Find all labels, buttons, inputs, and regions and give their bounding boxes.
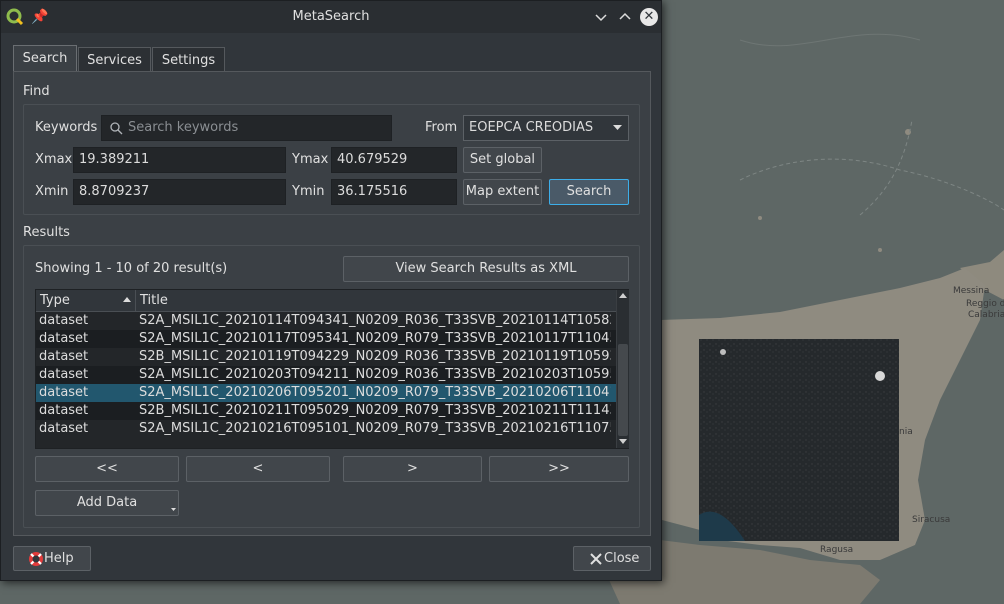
map-label-nia: nia [899,427,913,437]
help-label: Help [44,551,74,566]
row-title-cell: S2A_MSIL1C_20210117T095341_N0209_R079_T3… [139,331,611,346]
scroll-up-icon[interactable] [619,293,627,299]
metasearch-dialog: 📌 MetaSearch ✕ Search Services Settings … [0,0,662,581]
map-label-reggio: Reggio di [966,299,1004,309]
from-service-value: EOEPCA CREODIAS [469,120,594,135]
map-label-calabria: Calabria [968,310,1004,320]
keywords-placeholder: Search keywords [128,120,239,135]
help-button[interactable]: Help [13,546,91,571]
map-label-siracusa: Siracusa [912,515,950,525]
table-header: Type Title [36,290,616,312]
table-row[interactable]: dataset S2A_MSIL1C_20210117T095341_N0209_… [36,330,616,348]
lifebuoy-help-icon [29,552,43,566]
table-row[interactable]: dataset S2A_MSIL1C_20210206T095201_N0209_… [36,384,616,402]
column-header-type[interactable]: Type [36,290,136,311]
results-section-label: Results [23,225,70,240]
keywords-search-input[interactable]: Search keywords [101,115,392,141]
search-icon [110,122,123,135]
find-section-label: Find [23,84,50,99]
table-row[interactable]: dataset S2B_MSIL1C_20210211T095029_N0209_… [36,402,616,420]
row-title-cell: S2A_MSIL1C_20210203T094211_N0209_R036_T3… [139,367,611,382]
keywords-label: Keywords [35,120,98,135]
tab-search[interactable]: Search [13,45,77,73]
menu-indicator-icon [171,508,176,511]
ymax-input[interactable]: 40.679529 [331,147,457,173]
search-button[interactable]: Search [549,179,629,205]
scroll-down-icon[interactable] [619,439,627,445]
view-xml-button[interactable]: View Search Results as XML [343,256,629,282]
close-window-icon[interactable]: ✕ [640,8,658,26]
chevron-down-icon [613,125,622,130]
minimize-icon[interactable] [592,8,610,26]
previous-page-button[interactable]: < [186,456,330,482]
table-row[interactable]: dataset S2B_MSIL1C_20210119T094229_N0209_… [36,348,616,366]
table-row[interactable]: dataset S2A_MSIL1C_20210203T094211_N0209_… [36,366,616,384]
map-label-messina: Messina [953,286,989,296]
from-label: From [425,120,458,135]
row-title-cell: S2B_MSIL1C_20210119T094229_N0209_R036_T3… [139,349,611,364]
results-summary: Showing 1 - 10 of 20 result(s) [35,261,228,276]
close-x-icon [590,553,602,565]
add-data-label: Add Data [76,495,138,510]
row-type-cell: dataset [39,403,89,418]
xmin-input[interactable]: 8.8709237 [73,179,286,205]
column-type-label: Type [40,293,70,308]
row-title-cell: S2B_MSIL1C_20210211T095029_N0209_R079_T3… [139,403,611,418]
from-service-select[interactable]: EOEPCA CREODIAS [463,115,629,141]
maximize-icon[interactable] [616,8,634,26]
column-header-title[interactable]: Title [136,290,616,311]
row-type-cell: dataset [39,349,89,364]
row-title-cell: S2A_MSIL1C_20210114T094341_N0209_R036_T3… [139,313,611,328]
column-title-label: Title [140,293,168,308]
map-extent-button[interactable]: Map extent [463,179,542,205]
row-title-cell: S2A_MSIL1C_20210216T095101_N0209_R079_T3… [139,421,611,436]
scrollbar-thumb[interactable] [618,344,628,436]
ymin-input[interactable]: 36.175516 [331,179,457,205]
results-table[interactable]: Type Title dataset S2A_MSIL1C_20210114T09… [35,289,629,449]
table-row[interactable]: dataset S2A_MSIL1C_20210114T094341_N0209_… [36,312,616,330]
sort-ascending-icon [123,297,131,302]
results-scrollbar[interactable] [616,290,629,448]
next-page-button[interactable]: > [343,456,482,482]
map-label-ragusa: Ragusa [820,545,853,555]
close-button[interactable]: Close [573,546,651,571]
row-type-cell: dataset [39,367,89,382]
row-title-cell: S2A_MSIL1C_20210206T095201_N0209_R079_T3… [139,385,611,400]
ymax-label: Ymax [292,152,329,167]
xmax-input[interactable]: 19.389211 [73,147,286,173]
xmin-label: Xmin [35,184,69,199]
row-type-cell: dataset [39,331,89,346]
row-type-cell: dataset [39,421,89,436]
close-label: Close [604,551,640,566]
table-row[interactable]: dataset S2A_MSIL1C_20210216T095101_N0209_… [36,420,616,438]
window-title: MetaSearch [292,9,370,24]
xmax-label: Xmax [35,152,73,167]
add-data-button[interactable]: Add Data [35,490,179,516]
row-type-cell: dataset [39,313,89,328]
first-page-button[interactable]: << [35,456,179,482]
tab-settings[interactable]: Settings [152,47,225,73]
last-page-button[interactable]: >> [489,456,629,482]
tab-services[interactable]: Services [78,47,151,73]
ymin-label: Ymin [292,184,325,199]
row-type-cell: dataset [39,385,89,400]
title-bar[interactable]: 📌 MetaSearch ✕ [1,1,661,33]
set-global-button[interactable]: Set global [463,147,542,173]
